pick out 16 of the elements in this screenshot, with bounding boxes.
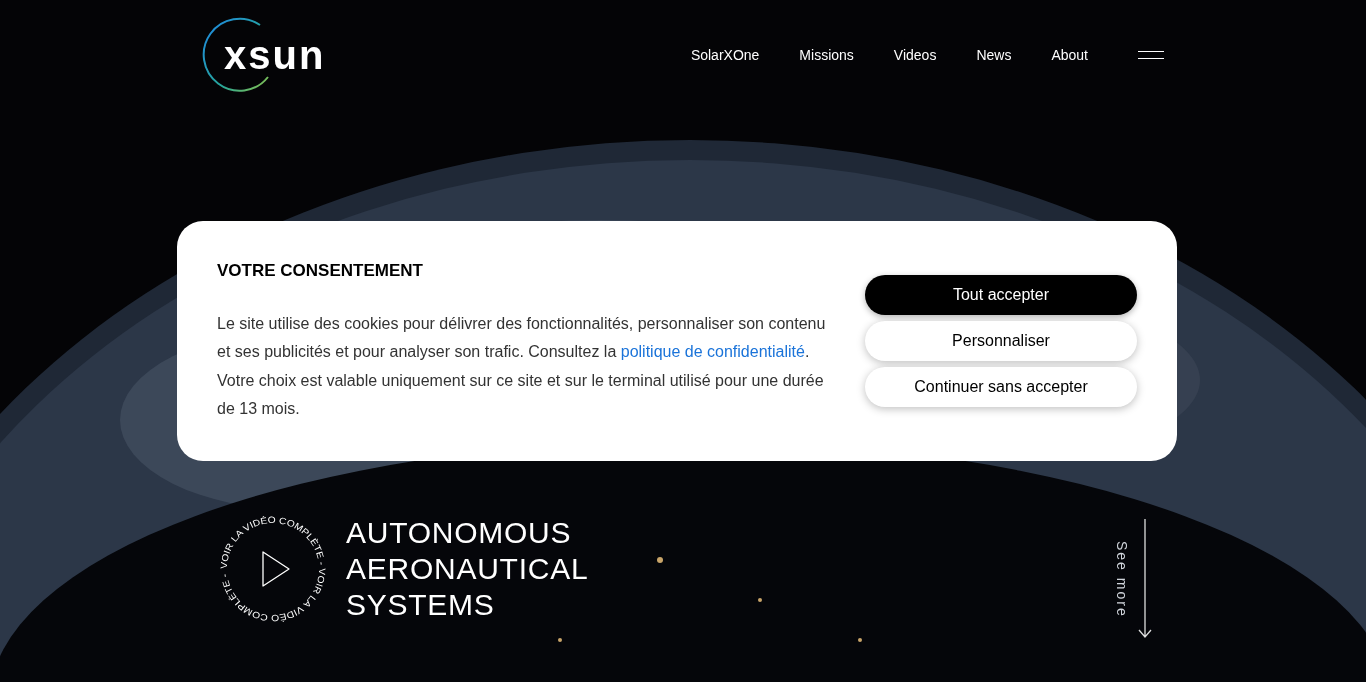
nav-link[interactable]: About xyxy=(1051,44,1088,66)
nav-link[interactable]: Missions xyxy=(799,44,854,66)
nav-link[interactable]: SolarXOne xyxy=(690,44,760,66)
see-more-link[interactable]: See more xyxy=(1111,519,1152,639)
hero-headline: AUTONOMOUS AERONAUTICAL SYSTEMS xyxy=(346,515,589,623)
arrow-down-icon xyxy=(1138,519,1152,639)
privacy-policy-link[interactable]: politique de confidentialité xyxy=(620,343,805,361)
consent-button[interactable]: Personnaliser xyxy=(865,321,1137,361)
consent-title: VOTRE CONSENTEMENT xyxy=(217,260,424,283)
consent-button[interactable]: Continuer sans accepter xyxy=(865,367,1137,407)
nav-link[interactable]: Videos xyxy=(893,44,937,66)
logo[interactable]: xsun xyxy=(224,35,326,75)
consent-button[interactable]: Tout accepter xyxy=(865,275,1137,315)
nav-link[interactable]: News xyxy=(976,44,1012,66)
consent-text: Le site utilise des cookies pour délivrer des fonctionnalités, personnaliser son contenu et ses publicités et pour analyser son trafic. Consultez la politique de confidentialité. Votre choix est valable uniquement sur ce site et sur le terminal utilisé pour une durée de 13 mois. xyxy=(217,313,827,420)
menu-icon[interactable] xyxy=(1138,51,1164,59)
